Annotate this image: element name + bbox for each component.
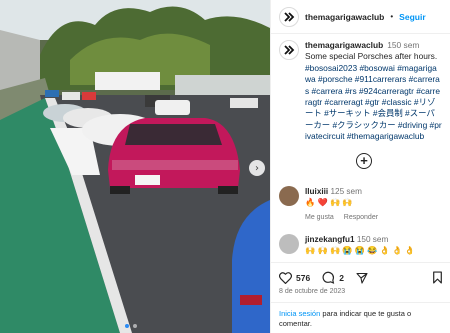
commenter-avatar[interactable] <box>279 234 299 254</box>
comment-icon <box>322 271 335 284</box>
login-prompt: Inicia sesión para indicar que te gusta … <box>271 302 450 333</box>
comment-text: 🙌 🙌 🙌 😭 😭 😂 👌 👌 👌 <box>305 246 415 255</box>
share-icon <box>356 272 368 284</box>
club-logo-icon <box>284 11 295 22</box>
login-link[interactable]: Inicia sesión <box>279 309 320 318</box>
separator-dot: • <box>390 12 394 21</box>
next-photo-button[interactable]: › <box>249 160 265 176</box>
post-caption: themagarigawaclub 150 sem Some special P… <box>271 34 450 143</box>
save-button[interactable] <box>432 271 443 284</box>
comment-username[interactable]: jinzekangfu1 <box>305 235 355 244</box>
caption-avatar[interactable] <box>279 40 299 60</box>
heart-icon <box>279 271 292 284</box>
carousel-dot <box>125 324 129 328</box>
account-avatar[interactable] <box>279 6 299 27</box>
share-button[interactable] <box>356 272 368 284</box>
carousel-dots <box>125 324 137 328</box>
caption-text-block: themagarigawaclub 150 sem Some special P… <box>305 40 442 143</box>
commenter-avatar[interactable] <box>279 186 299 206</box>
post-header: themagarigawaclub • Seguir <box>271 0 450 34</box>
caption-body: Some special Porsches after hours. <box>305 51 438 62</box>
plus-circle-icon: + <box>360 153 368 168</box>
post-date: 8 de octubre de 2023 <box>279 288 346 295</box>
comment-username[interactable]: lluixiii <box>305 187 328 196</box>
load-more-comments-button[interactable]: + <box>356 153 372 169</box>
bookmark-icon <box>433 271 442 284</box>
comment-reply-button[interactable]: Responder <box>344 212 378 223</box>
comment-time: 125 sem <box>330 187 362 196</box>
likes-count: 576 <box>296 272 311 283</box>
comment-button[interactable]: 2 <box>322 271 344 284</box>
post-photo: › <box>0 0 270 333</box>
comment-text: 🔥 ❤️ 🙌 🙌 <box>305 198 353 207</box>
post-side-panel: themagarigawaclub • Seguir themagarigawa… <box>270 0 450 333</box>
comments-count: 2 <box>339 272 344 283</box>
chevron-right-icon: › <box>255 162 259 174</box>
comment-like-button[interactable]: Me gusta <box>305 212 334 223</box>
caption-username[interactable]: themagarigawaclub <box>305 40 383 51</box>
instagram-post: › themagarigawaclub • Seguir themagariga… <box>0 0 450 333</box>
like-button[interactable]: 576 <box>279 271 311 284</box>
comment-item: lluixiii 125 sem 🔥 ❤️ 🙌 🙌 Me gusta Respo… <box>279 186 445 223</box>
comment-time: 150 sem <box>356 235 389 244</box>
follow-button[interactable]: Seguir <box>399 12 425 22</box>
caption-hashtags[interactable]: #bososai2023 #bosowai #magarigawa #porsc… <box>305 63 442 143</box>
comment-item: jinzekangfu1 150 sem 🙌 🙌 🙌 😭 😭 😂 👌 👌 👌 <box>279 234 445 256</box>
caption-time: 150 sem <box>387 40 420 50</box>
photo-illustration <box>0 0 270 333</box>
header-username[interactable]: themagarigawaclub <box>305 12 384 22</box>
carousel-dot <box>133 324 137 328</box>
club-logo-icon <box>284 45 295 55</box>
